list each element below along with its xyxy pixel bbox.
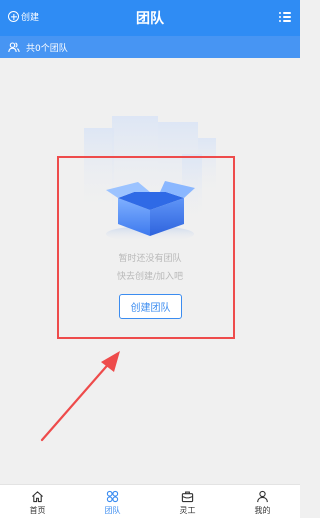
users-icon	[8, 41, 20, 52]
team-count-text: 共0个团队	[26, 43, 68, 54]
home-icon	[32, 491, 43, 503]
annotation-arrow	[40, 351, 120, 442]
top-app-bar: 创建 团队	[0, 0, 300, 36]
page-title: 团队	[136, 11, 164, 27]
team-grid-icon	[106, 490, 119, 503]
bottom-navigation: 首页 团队 灵工 我的	[0, 484, 300, 518]
list-menu-icon[interactable]	[279, 12, 291, 22]
nav-item-gig[interactable]: 灵工	[150, 485, 225, 518]
nav-item-team[interactable]: 团队	[75, 485, 150, 518]
team-count-bar: 共0个团队	[0, 36, 300, 58]
briefcase-icon	[181, 491, 194, 503]
nav-item-mine[interactable]: 我的	[225, 485, 300, 518]
main-content: 暂时还没有团队 快去创建/加入吧 创建团队	[0, 58, 300, 484]
nav-item-home[interactable]: 首页	[0, 485, 75, 518]
person-icon	[257, 490, 268, 503]
